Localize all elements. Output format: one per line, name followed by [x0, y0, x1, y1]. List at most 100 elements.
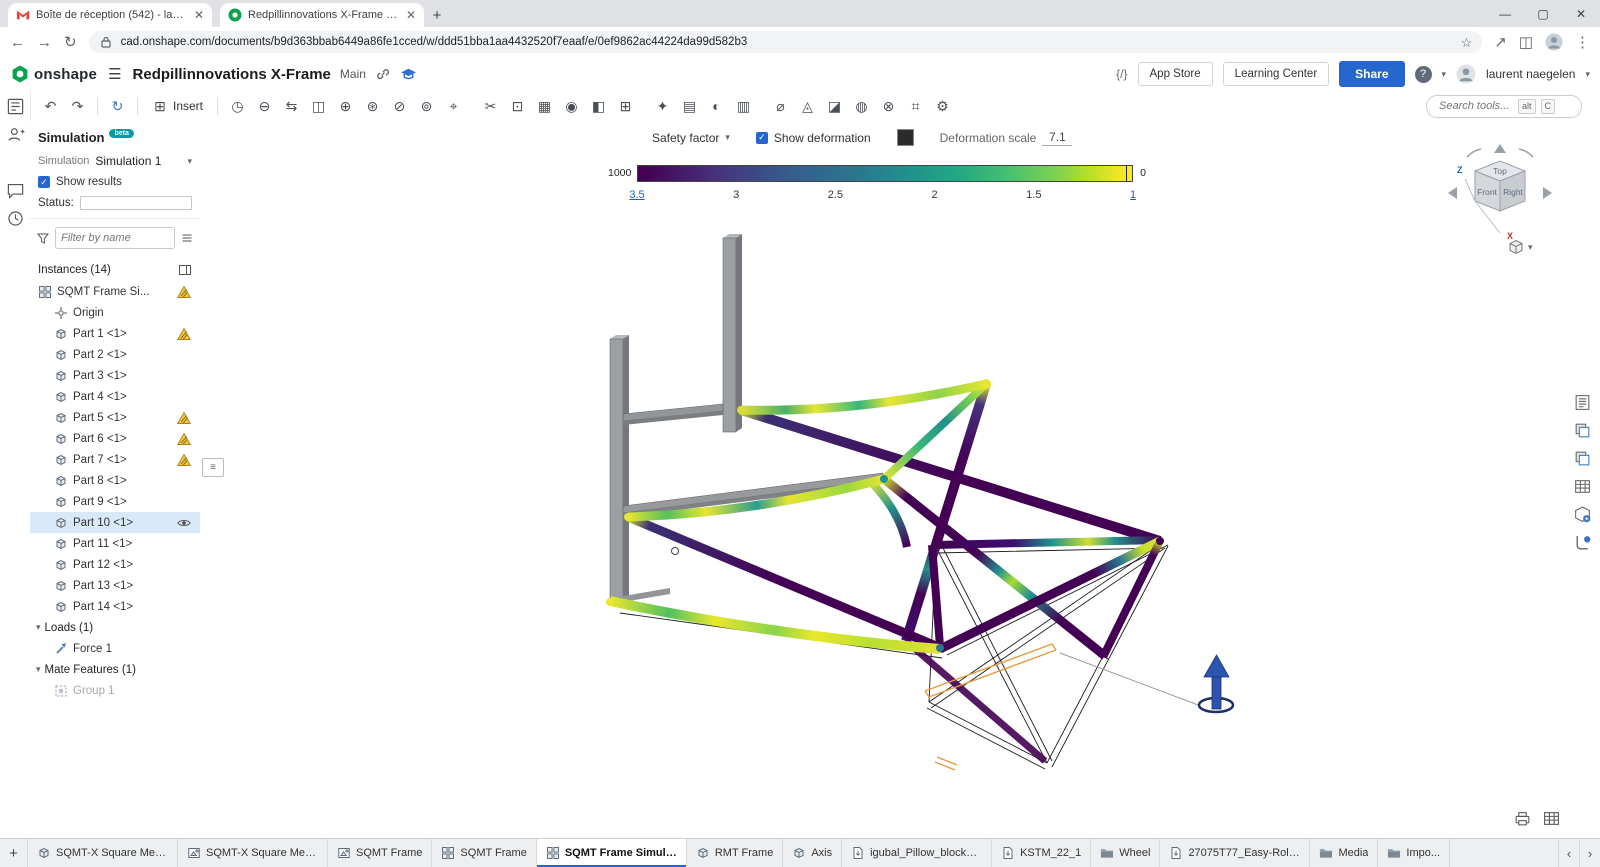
search-tools-box[interactable]: alt C: [1426, 95, 1582, 118]
visibility-eye-icon[interactable]: [177, 516, 191, 530]
redo-icon[interactable]: ↷: [65, 94, 90, 118]
tree-item[interactable]: Part 14 <1>: [30, 596, 200, 617]
browser-menu-icon[interactable]: ⋮: [1575, 35, 1590, 50]
tree-item[interactable]: Part 5 <1>: [30, 407, 200, 428]
add-tab-button[interactable]: +: [0, 839, 28, 867]
cylindrical-mate-icon[interactable]: ⊖: [252, 94, 277, 118]
show-results-checkbox[interactable]: ✓: [38, 176, 50, 188]
scroll-tabs-left-icon[interactable]: ‹: [1558, 840, 1579, 867]
document-tab[interactable]: RMT Frame: [687, 839, 783, 867]
view-options-button[interactable]: ▾: [1508, 239, 1533, 255]
legend-tick[interactable]: 1: [1130, 189, 1136, 201]
group-tool-icon[interactable]: ⊡: [505, 94, 530, 118]
ball-mate-icon[interactable]: ⊛: [360, 94, 385, 118]
filter-funnel-icon[interactable]: [36, 231, 50, 245]
document-tab[interactable]: SQMT-X Square Metal ...: [28, 839, 178, 867]
deformation-scale-value[interactable]: 7.1: [1042, 130, 1072, 146]
app-store-button[interactable]: App Store: [1138, 62, 1213, 86]
document-tab[interactable]: SQMT-X Square Metal ...: [178, 839, 328, 867]
browser-tab-onshape[interactable]: Redpillinnovations X-Frame | SQ ✕: [220, 3, 424, 27]
hamburger-menu-icon[interactable]: ☰: [108, 65, 121, 83]
tree-item[interactable]: Part 10 <1>: [30, 512, 200, 533]
featurescript-icon[interactable]: {/}: [1116, 67, 1127, 81]
fastened-mate-icon[interactable]: ⊕: [333, 94, 358, 118]
tree-item[interactable]: Part 12 <1>: [30, 554, 200, 575]
result-type-dropdown[interactable]: Safety factor ▾: [652, 131, 730, 145]
document-tab[interactable]: SQMT Frame: [432, 839, 536, 867]
print-icon[interactable]: [1514, 811, 1531, 831]
help-icon[interactable]: ?: [1415, 66, 1432, 83]
named-positions-icon[interactable]: ▤: [677, 94, 702, 118]
bom-icon[interactable]: ▥: [731, 94, 756, 118]
tree-item[interactable]: Part 13 <1>: [30, 575, 200, 596]
mate-connector-icon[interactable]: ⌖: [441, 94, 466, 118]
grid-table-icon[interactable]: [1543, 811, 1560, 831]
simulation-results-panel-icon[interactable]: [1570, 502, 1594, 526]
appearance-icon[interactable]: ◍: [849, 94, 874, 118]
tree-item[interactable]: Force 1: [30, 638, 200, 659]
education-icon[interactable]: [400, 67, 417, 81]
graphics-viewport[interactable]: Safety factor ▾ ✓ Show deformation Defor…: [200, 121, 1600, 839]
side-panel-icon[interactable]: ◫: [1519, 35, 1533, 50]
insert-button[interactable]: ⊞Insert: [145, 94, 210, 118]
reload-icon[interactable]: ↻: [64, 35, 77, 50]
workspace-branch[interactable]: Main: [340, 67, 366, 81]
follow-user-icon[interactable]: [6, 125, 25, 144]
search-tools-input[interactable]: [1437, 99, 1513, 113]
pin-slot-mate-icon[interactable]: ⊘: [387, 94, 412, 118]
model-canvas[interactable]: [200, 121, 1600, 839]
browser-tab-gmail[interactable]: Boîte de réception (542) - lauren ✕: [8, 3, 212, 27]
snap-mode-icon[interactable]: ✂: [478, 94, 503, 118]
share-page-icon[interactable]: ↗: [1494, 35, 1507, 50]
new-tab-button[interactable]: +: [424, 3, 450, 27]
close-window-button[interactable]: ✕: [1562, 0, 1600, 27]
forward-icon[interactable]: →: [37, 35, 52, 50]
share-button[interactable]: Share: [1339, 61, 1404, 87]
display-states-panel-icon[interactable]: [1570, 446, 1594, 470]
tree-item[interactable]: SQMT Frame Si...: [30, 281, 200, 302]
rotate-up-arrow-icon[interactable]: [1494, 144, 1506, 153]
document-tab[interactable]: Axis: [783, 839, 842, 867]
tab-close-icon[interactable]: ✕: [194, 9, 204, 21]
tree-item[interactable]: Group 1: [30, 680, 200, 701]
rotate-right-arrow-icon[interactable]: [1543, 187, 1552, 199]
configuration-panel-icon[interactable]: [1570, 474, 1594, 498]
tree-item[interactable]: Part 9 <1>: [30, 491, 200, 512]
filter-input[interactable]: [55, 227, 175, 249]
show-deformation-checkbox[interactable]: ✓: [756, 132, 768, 144]
section-view-icon[interactable]: ◪: [822, 94, 847, 118]
tree-item[interactable]: Part 2 <1>: [30, 344, 200, 365]
document-tab[interactable]: Wheel: [1091, 839, 1160, 867]
slider-mate-icon[interactable]: ⇆: [279, 94, 304, 118]
measure-icon[interactable]: ⌀: [768, 94, 793, 118]
deformation-color-swatch[interactable]: [897, 129, 914, 146]
versions-history-icon[interactable]: [6, 209, 25, 228]
mate-features-section-header[interactable]: ▾ Mate Features (1): [30, 659, 200, 680]
update-icon[interactable]: ↻: [105, 94, 130, 118]
roll-arrow-icon[interactable]: [1519, 149, 1533, 157]
tree-item[interactable]: Part 3 <1>: [30, 365, 200, 386]
document-tab[interactable]: Impo...: [1378, 839, 1450, 867]
interference-icon[interactable]: ⊗: [876, 94, 901, 118]
simulation-selector[interactable]: Simulation Simulation 1 ▾: [30, 150, 200, 172]
legend-tick[interactable]: 3.5: [629, 189, 644, 201]
document-tab[interactable]: KSTM_22_1: [992, 839, 1091, 867]
back-icon[interactable]: ←: [10, 35, 25, 50]
tab-close-icon[interactable]: ✕: [406, 9, 416, 21]
panel-resize-handle[interactable]: ≡: [202, 458, 224, 477]
tree-item[interactable]: Part 7 <1>: [30, 449, 200, 470]
maximize-button[interactable]: ▢: [1524, 0, 1562, 27]
copy-link-icon[interactable]: [375, 66, 391, 82]
sheet-metal-table-icon[interactable]: ⌗: [903, 94, 928, 118]
tree-item[interactable]: Part 4 <1>: [30, 386, 200, 407]
list-options-icon[interactable]: [180, 231, 194, 245]
learning-center-button[interactable]: Learning Center: [1223, 62, 1329, 86]
appearance-panel-icon[interactable]: [1570, 418, 1594, 442]
tree-item[interactable]: Part 1 <1>: [30, 323, 200, 344]
revolute-mate-icon[interactable]: ◷: [225, 94, 250, 118]
document-tab[interactable]: 27075T77_Easy-Roll C...: [1160, 839, 1310, 867]
address-box[interactable]: cad.onshape.com/documents/b9d363bbab6449…: [89, 31, 1483, 53]
simulation-settings-icon[interactable]: ⚙: [930, 94, 955, 118]
planar-mate-icon[interactable]: ◫: [306, 94, 331, 118]
bookmark-star-icon[interactable]: ☆: [1461, 36, 1473, 49]
